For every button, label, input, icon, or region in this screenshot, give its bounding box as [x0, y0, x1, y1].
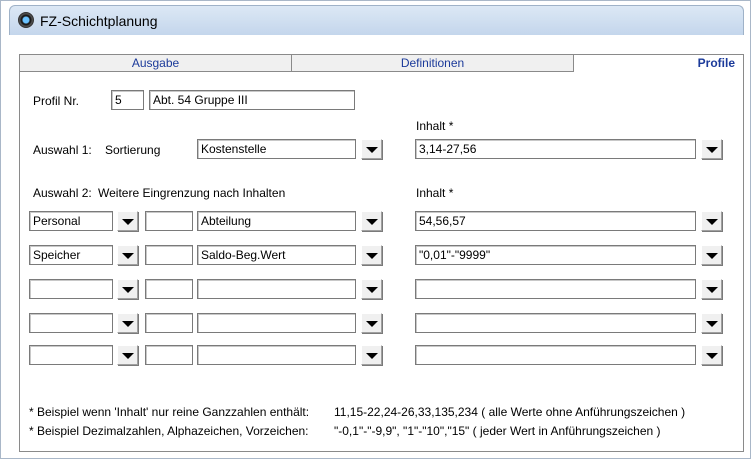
app-icon — [18, 12, 34, 28]
window-title: FZ-Schichtplanung — [40, 13, 158, 29]
profile-name-field[interactable]: Abt. 54 Gruppe III — [149, 90, 355, 110]
category-select[interactable] — [29, 279, 113, 299]
note-decimal-label: * Beispiel Dezimalzahlen, Alphazeichen, … — [29, 424, 309, 438]
note-integer-value: 11,15-22,24-26,33,135,234 ( alle Werte o… — [334, 405, 686, 419]
dropdown-arrow-icon[interactable] — [361, 313, 382, 333]
dropdown-arrow-icon[interactable] — [701, 245, 722, 265]
dropdown-arrow-icon[interactable] — [117, 313, 138, 333]
dropdown-arrow-icon[interactable] — [361, 279, 382, 299]
dropdown-arrow-icon[interactable] — [701, 279, 722, 299]
selection1-content-field[interactable]: 3,14-27,56 — [415, 139, 696, 159]
content-field[interactable] — [415, 345, 696, 365]
small-input[interactable] — [145, 211, 193, 231]
note-decimal-value: "-0,1"-"-9,9", "1"-"10","15" ( jeder Wer… — [334, 424, 661, 438]
tab-strip: Ausgabe Definitionen Profile — [19, 54, 744, 72]
tab-definitionen[interactable]: Definitionen — [291, 54, 574, 72]
dropdown-arrow-icon[interactable] — [701, 139, 722, 159]
tab-profile[interactable]: Profile — [573, 54, 744, 72]
selection2-label: Auswahl 2: — [33, 186, 92, 200]
dropdown-arrow-icon[interactable] — [117, 211, 138, 231]
profile-number-label: Profil Nr. — [33, 94, 80, 108]
content-field[interactable] — [415, 279, 696, 299]
field-select[interactable] — [197, 345, 356, 365]
category-select[interactable] — [29, 313, 113, 333]
category-select[interactable] — [29, 345, 113, 365]
dropdown-arrow-icon[interactable] — [701, 313, 722, 333]
small-input[interactable] — [145, 245, 193, 265]
field-select[interactable] — [197, 279, 356, 299]
dropdown-arrow-icon[interactable] — [361, 211, 382, 231]
tab-ausgabe[interactable]: Ausgabe — [19, 54, 292, 72]
note-integer-label: * Beispiel wenn 'Inhalt' nur reine Ganzz… — [29, 405, 310, 419]
sort-label: Sortierung — [105, 143, 161, 157]
filter-label: Weitere Eingrenzung nach Inhalten — [98, 186, 286, 200]
dropdown-arrow-icon[interactable] — [361, 139, 382, 159]
app-window: FZ-Schichtplanung Ausgabe Definitionen P… — [0, 0, 751, 459]
category-select[interactable]: Speicher — [29, 245, 113, 265]
field-select[interactable]: Saldo-Beg.Wert — [197, 245, 356, 265]
field-select[interactable]: Abteilung — [197, 211, 356, 231]
field-select[interactable] — [197, 313, 356, 333]
profile-number-field[interactable]: 5 — [111, 90, 144, 110]
content-label-1: Inhalt * — [416, 119, 454, 133]
content-label-2: Inhalt * — [416, 186, 454, 200]
small-input[interactable] — [145, 345, 193, 365]
category-select[interactable]: Personal — [29, 211, 113, 231]
dropdown-arrow-icon[interactable] — [361, 345, 382, 365]
dropdown-arrow-icon[interactable] — [701, 345, 722, 365]
content-field[interactable]: "0,01"-"9999" — [415, 245, 696, 265]
dropdown-arrow-icon[interactable] — [701, 211, 722, 231]
content-field[interactable]: 54,56,57 — [415, 211, 696, 231]
small-input[interactable] — [145, 279, 193, 299]
title-bar: FZ-Schichtplanung — [9, 5, 744, 35]
dropdown-arrow-icon[interactable] — [361, 245, 382, 265]
sort-field-select[interactable]: Kostenstelle — [197, 139, 356, 159]
dropdown-arrow-icon[interactable] — [117, 245, 138, 265]
content-field[interactable] — [415, 313, 696, 333]
dropdown-arrow-icon[interactable] — [117, 279, 138, 299]
dropdown-arrow-icon[interactable] — [117, 345, 138, 365]
small-input[interactable] — [145, 313, 193, 333]
selection1-label: Auswahl 1: — [33, 143, 92, 157]
